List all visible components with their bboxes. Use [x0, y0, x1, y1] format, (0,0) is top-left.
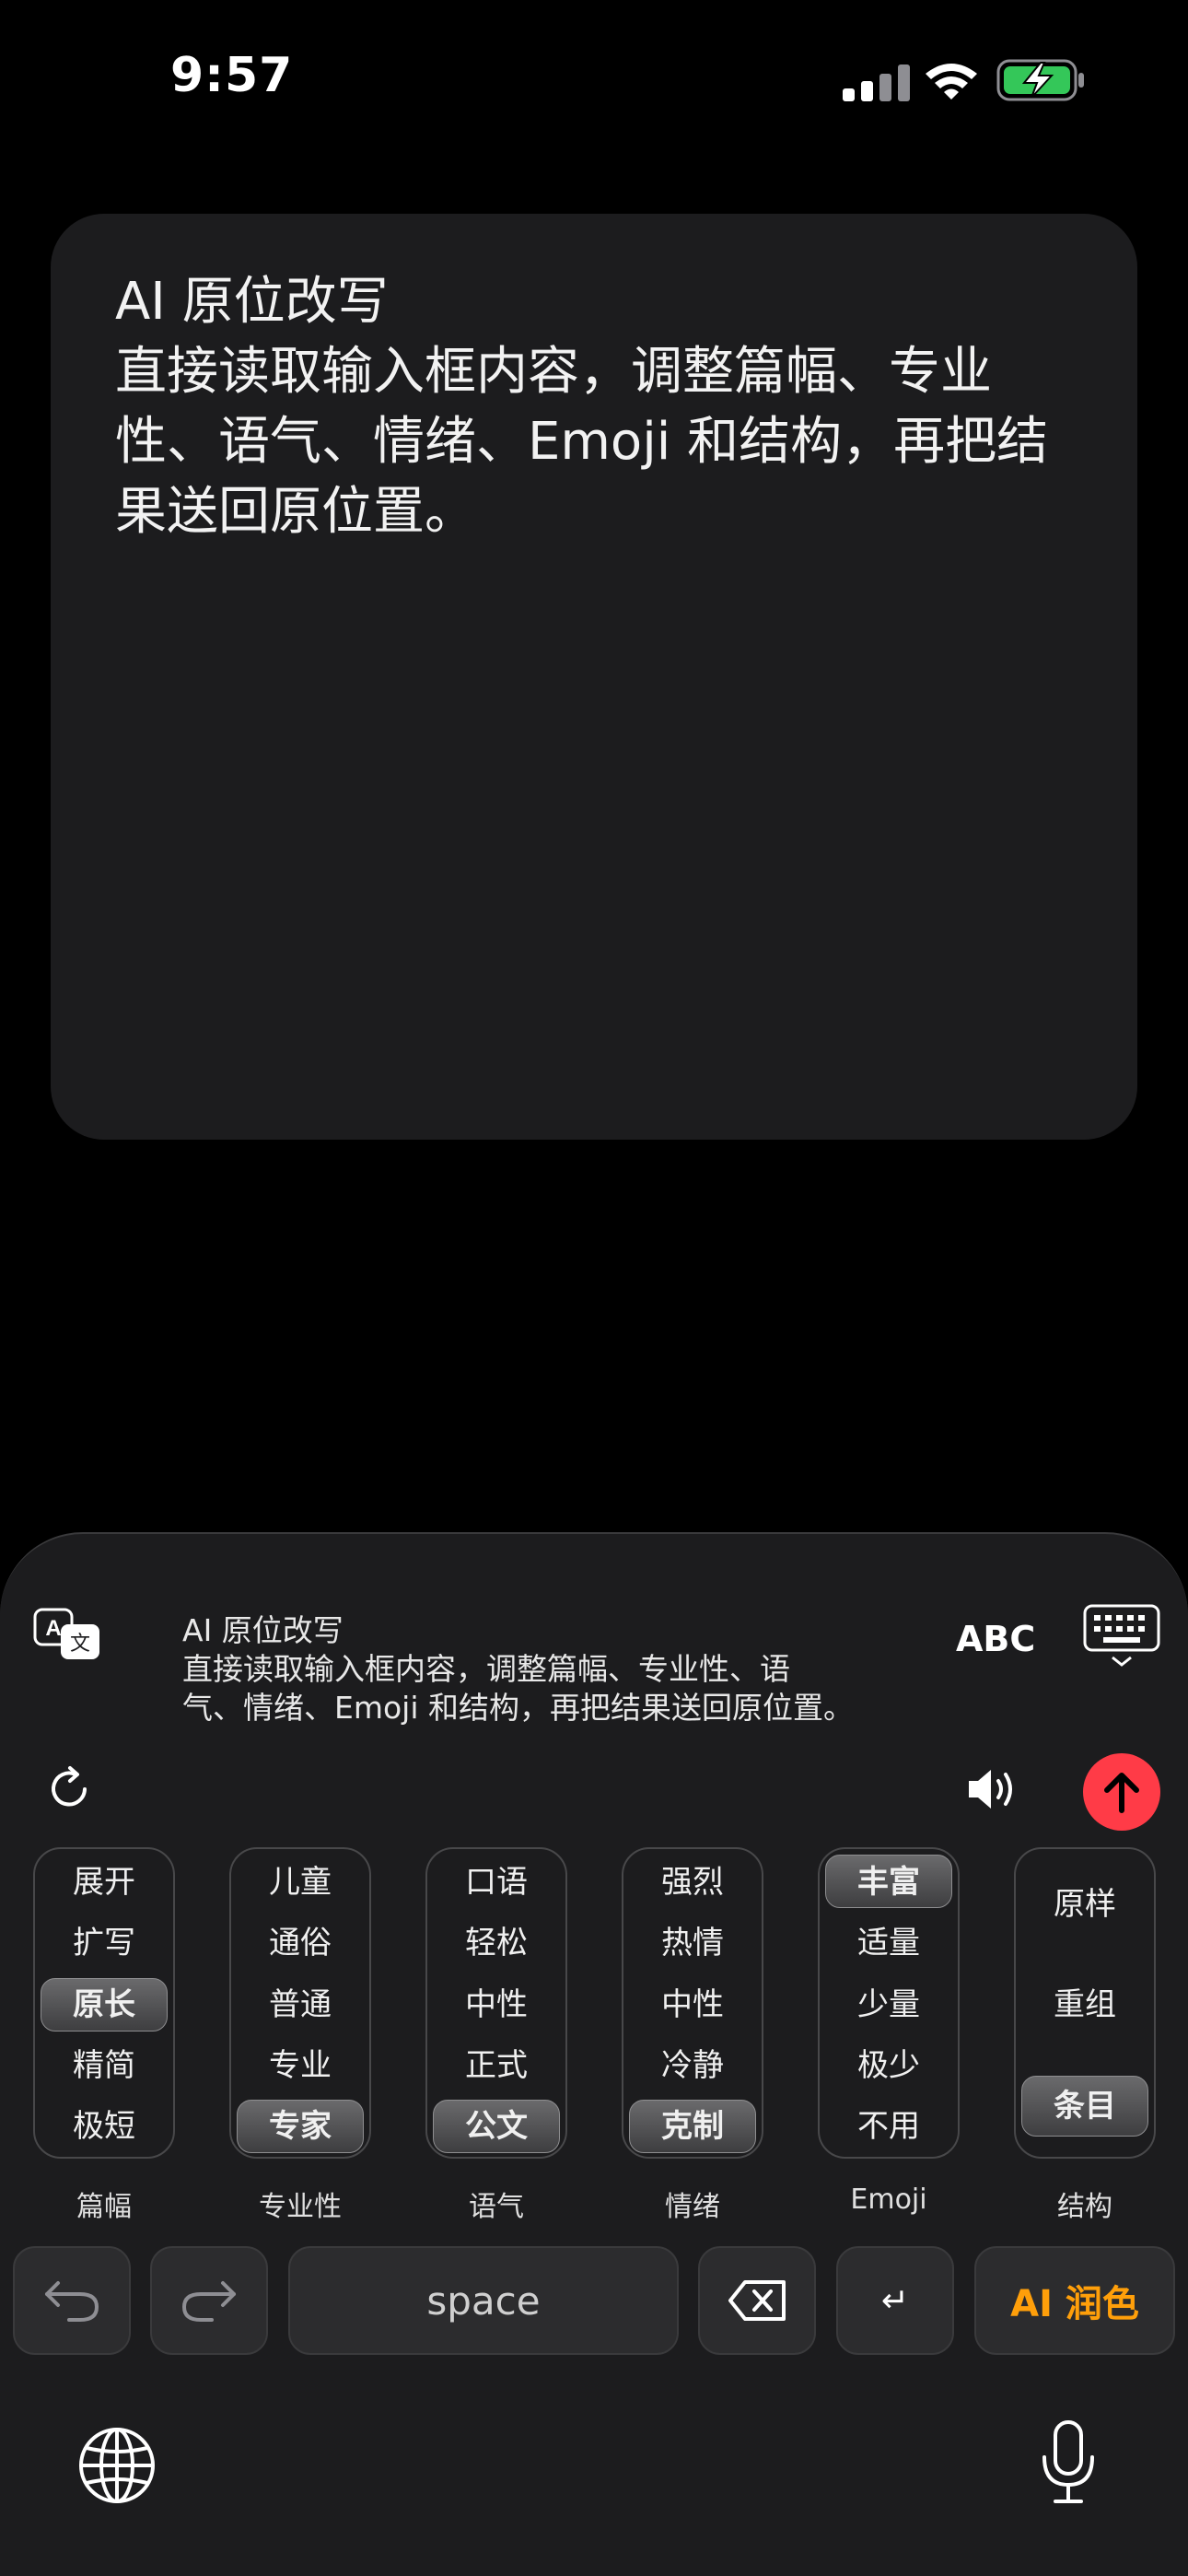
picker-label-length: 篇幅 [76, 2191, 132, 2223]
battery-charging-icon [996, 59, 1084, 101]
rewrite-preview: AI 原位改写 直接读取输入框内容，调整篇幅、专业性、语 气、情绪、Emoji … [182, 1611, 938, 1727]
ai-polish-button[interactable]: AI 润色 [974, 2246, 1175, 2355]
svg-text:A: A [45, 1616, 61, 1641]
picker-option[interactable]: 重组 [1016, 1986, 1154, 2023]
picker-option[interactable]: 热情 [623, 1925, 762, 1961]
picker-option[interactable]: 轻松 [427, 1925, 565, 1961]
picker-option[interactable]: 极短 [35, 2108, 173, 2145]
picker-option[interactable]: 中性 [623, 1986, 762, 2023]
picker-label-tone: 语气 [469, 2191, 524, 2223]
picker-option-selected[interactable]: 原长 [35, 1986, 173, 2023]
translate-icon[interactable]: A 文 [33, 1608, 103, 1665]
picker-option[interactable]: 强烈 [623, 1864, 762, 1901]
space-label: space [426, 2277, 541, 2324]
return-key[interactable]: ↵ [836, 2246, 954, 2355]
status-time: 9:57 [170, 48, 294, 103]
abc-toggle-button[interactable]: ABC [956, 1619, 1035, 1659]
send-button[interactable] [1083, 1753, 1160, 1831]
picker-professionalism[interactable]: 儿童 通俗 普通 专业 专家 [229, 1847, 371, 2159]
text-input-card[interactable]: AI 原位改写 直接读取输入框内容，调整篇幅、专业 性、语气、情绪、Emoji … [51, 214, 1137, 1140]
wifi-icon [926, 64, 977, 100]
picker-option[interactable]: 正式 [427, 2047, 565, 2084]
speaker-icon[interactable] [965, 1764, 1020, 1814]
preview-line-3: 气、情绪、Emoji 和结构，再把结果送回原位置。 [182, 1690, 855, 1726]
picker-option[interactable]: 极少 [820, 2047, 958, 2084]
keyboard-panel: A 文 AI 原位改写 直接读取输入框内容，调整篇幅、专业性、语 气、情绪、Em… [0, 1532, 1188, 2576]
svg-text:文: 文 [70, 1633, 90, 1656]
picker-option[interactable]: 普通 [231, 1986, 369, 2023]
picker-option[interactable]: 原样 [1016, 1886, 1154, 1923]
undo-icon [45, 2281, 99, 2322]
picker-option[interactable]: 适量 [820, 1925, 958, 1961]
redo-button[interactable] [150, 2246, 268, 2355]
screen: 9:57 AI 原位改写 直接读取输入框内容，调整篇幅、专业 性、语气、情绪、E… [0, 0, 1188, 2576]
picker-option[interactable]: 专业 [231, 2047, 369, 2084]
picker-label-emotion: 情绪 [665, 2191, 720, 2223]
card-body-line-1: 直接读取输入框内容，调整篇幅、专业 [115, 342, 992, 402]
space-key[interactable]: space [288, 2246, 679, 2355]
card-body-line-3: 果送回原位置。 [115, 482, 476, 542]
picker-option-selected[interactable]: 专家 [231, 2108, 369, 2145]
ai-polish-label: AI 润色 [1010, 2283, 1139, 2325]
picker-option[interactable]: 中性 [427, 1986, 565, 2023]
card-title: AI 原位改写 [115, 272, 389, 332]
picker-option[interactable]: 冷静 [623, 2047, 762, 2084]
send-arrow-icon [1104, 1773, 1139, 1813]
picker-emoji[interactable]: 丰富 适量 少量 极少 不用 [818, 1847, 960, 2159]
picker-option[interactable]: 少量 [820, 1986, 958, 2023]
preview-line-1: AI 原位改写 [182, 1612, 344, 1648]
picker-option[interactable]: 儿童 [231, 1864, 369, 1901]
picker-option-selected[interactable]: 丰富 [820, 1864, 958, 1901]
picker-option[interactable]: 不用 [820, 2108, 958, 2145]
picker-option[interactable]: 扩写 [35, 1925, 173, 1961]
picker-option[interactable]: 口语 [427, 1864, 565, 1901]
preview-line-2: 直接读取输入框内容，调整篇幅、专业性、语 [182, 1651, 790, 1687]
picker-option[interactable]: 展开 [35, 1864, 173, 1901]
picker-option[interactable]: 精简 [35, 2047, 173, 2084]
signal-icon [843, 64, 910, 101]
backspace-icon [728, 2280, 786, 2321]
picker-label-emoji: Emoji [850, 2184, 927, 2216]
picker-length[interactable]: 展开 扩写 原长 精简 极短 [33, 1847, 175, 2159]
picker-option[interactable]: 通俗 [231, 1925, 369, 1961]
picker-structure[interactable]: 原样 重组 条目 [1014, 1847, 1156, 2159]
picker-label-professionalism: 专业性 [259, 2191, 342, 2223]
keyboard-icon[interactable] [1083, 1604, 1160, 1670]
redo-icon [181, 2281, 236, 2322]
backspace-key[interactable] [698, 2246, 816, 2355]
picker-tone[interactable]: 口语 轻松 中性 正式 公文 [425, 1847, 567, 2159]
picker-option-selected[interactable]: 克制 [623, 2108, 762, 2145]
picker-option-selected[interactable]: 条目 [1016, 2088, 1154, 2125]
globe-icon[interactable] [77, 2426, 157, 2505]
refresh-icon[interactable] [44, 1764, 94, 1814]
picker-option-selected[interactable]: 公文 [427, 2108, 565, 2145]
picker-label-structure: 结构 [1057, 2191, 1112, 2223]
card-body-line-2: 性、语气、情绪、Emoji 和结构，再把结 [115, 412, 1049, 472]
microphone-icon[interactable] [1041, 2420, 1096, 2505]
picker-emotion[interactable]: 强烈 热情 中性 冷静 克制 [622, 1847, 763, 2159]
undo-button[interactable] [13, 2246, 131, 2355]
return-label: ↵ [880, 2281, 910, 2320]
